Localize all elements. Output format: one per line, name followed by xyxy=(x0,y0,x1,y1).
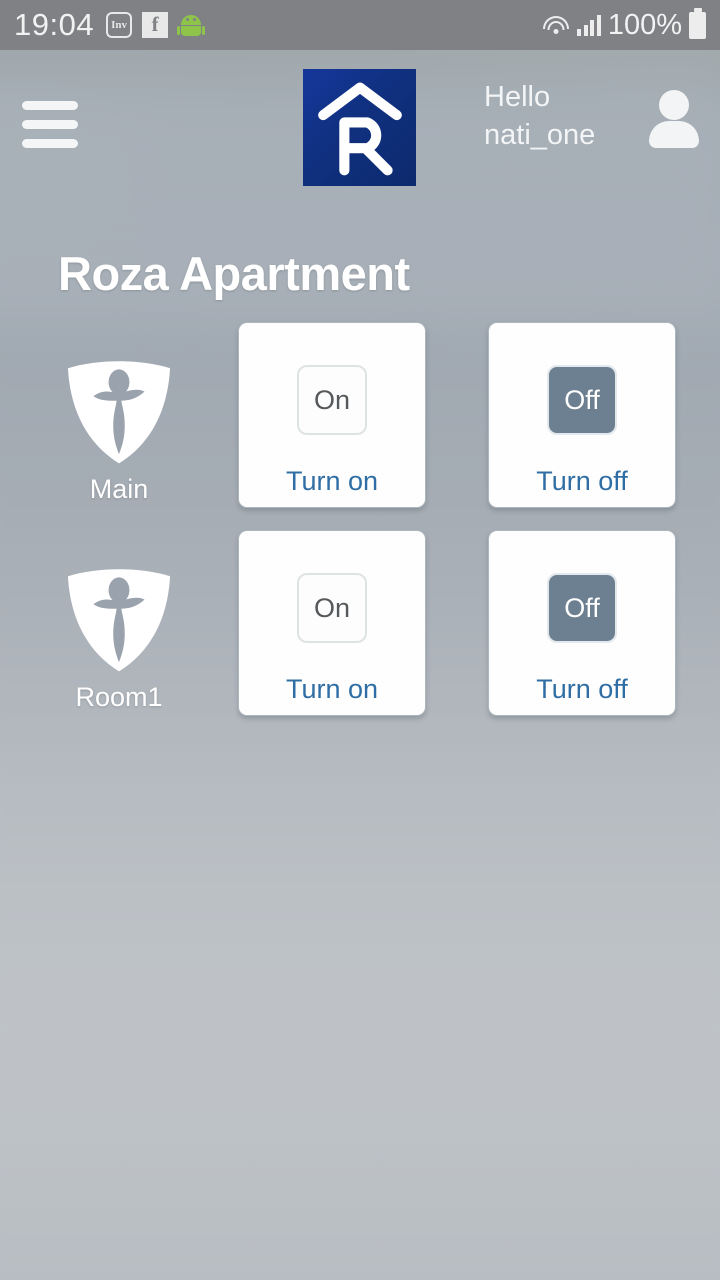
room-off-card[interactable]: Off Turn off xyxy=(488,530,676,716)
room-off-card[interactable]: Off Turn off xyxy=(488,322,676,508)
status-right-icons: 100% xyxy=(542,9,706,42)
turn-on-label[interactable]: Turn on xyxy=(286,466,378,497)
shield-person-icon xyxy=(67,569,171,672)
room-name: Main xyxy=(89,474,149,504)
status-bar: 19:04 Inv f 100% xyxy=(0,0,720,50)
page-title: Roza Apartment xyxy=(58,247,410,300)
hamburger-menu-icon[interactable] xyxy=(22,100,78,148)
greeting-line-1: Hello xyxy=(484,81,551,113)
room-row: Main On Turn on Off Turn off xyxy=(0,322,720,530)
roza-logo[interactable] xyxy=(303,69,416,186)
battery-percent-label: 100% xyxy=(607,8,682,41)
state-box-on: On xyxy=(297,365,367,435)
state-box-off: Off xyxy=(547,365,617,435)
notification-icons: Inv f xyxy=(106,12,206,38)
signal-icon xyxy=(577,14,601,36)
inv-icon: Inv xyxy=(106,12,133,38)
room-on-card[interactable]: On Turn on xyxy=(238,530,426,716)
roza-logo-glyph xyxy=(317,81,402,175)
state-box-on: On xyxy=(297,573,367,643)
room-label-cell: Room1 xyxy=(0,530,238,713)
greeting-block[interactable]: Hello nati_one xyxy=(484,78,700,154)
room-label-cell: Main xyxy=(0,322,238,505)
wifi-icon xyxy=(542,13,570,37)
turn-on-label[interactable]: Turn on xyxy=(286,674,378,705)
battery-icon xyxy=(689,11,706,39)
room-on-card[interactable]: On Turn on xyxy=(238,322,426,508)
shield-person-icon xyxy=(67,361,171,464)
turn-off-label[interactable]: Turn off xyxy=(536,466,628,497)
user-avatar-icon[interactable] xyxy=(648,86,700,148)
turn-off-label[interactable]: Turn off xyxy=(536,674,628,705)
state-box-off: Off xyxy=(547,573,617,643)
room-row: Room1 On Turn on Off Turn off xyxy=(0,530,720,738)
rooms-list: Main On Turn on Off Turn off Room1 On Tu… xyxy=(0,322,720,738)
app-header: Hello nati_one xyxy=(0,50,720,198)
greeting-text: Hello nati_one xyxy=(484,78,634,154)
room-name: Room1 xyxy=(75,682,163,712)
greeting-line-2: nati_one xyxy=(484,119,596,151)
android-icon xyxy=(177,12,206,38)
facebook-icon: f xyxy=(142,12,169,38)
status-clock: 19:04 xyxy=(14,7,95,42)
